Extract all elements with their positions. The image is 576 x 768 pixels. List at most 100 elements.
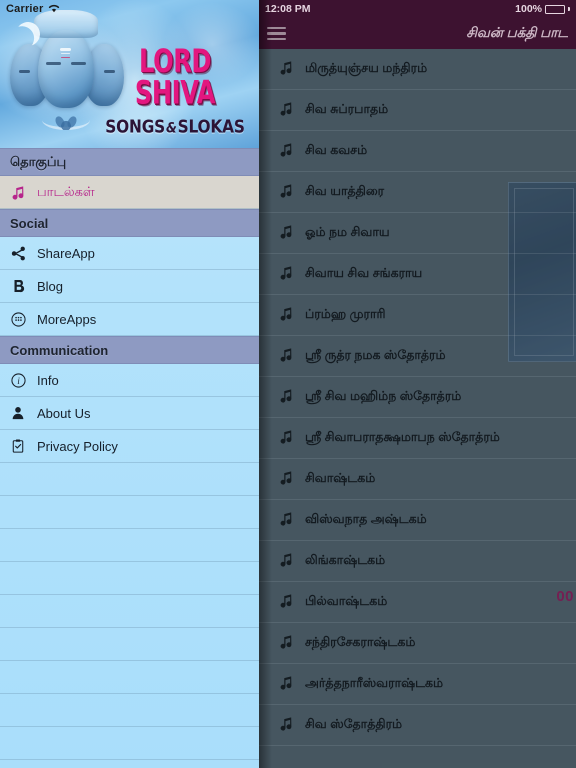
music-note-icon — [279, 224, 305, 242]
banner-subtitle: SONGS&SLOKAS — [100, 116, 250, 137]
drawer-empty-row — [0, 694, 259, 727]
drawer-item-label: பாடல்கள் — [37, 183, 95, 199]
drawer-item-moreapps[interactable]: MoreApps — [0, 303, 259, 336]
drawer-item-label: ShareApp — [37, 245, 95, 261]
status-bar: 12:08 PM 100% — [259, 0, 576, 18]
music-note-icon — [279, 552, 305, 570]
drawer-item-shareapp[interactable]: ShareApp — [0, 237, 259, 270]
song-list-item[interactable]: சிவாய சிவ சங்கராய — [259, 254, 576, 295]
music-note-icon — [279, 470, 305, 488]
battery-percent-label: 100% — [515, 3, 542, 15]
song-list-item[interactable]: சிவாஷ்டகம் — [259, 459, 576, 500]
song-title: விஸ்வநாத அஷ்டகம் — [305, 512, 427, 526]
song-title: சிவாய சிவ சங்கராய — [305, 266, 423, 280]
clipboard-check-icon — [11, 439, 35, 453]
drawer-section-header: Social — [0, 209, 259, 237]
song-list-item[interactable]: ஸ்ரீ சிவாபராதக்ஷமாபந ஸ்தோத்ரம் — [259, 418, 576, 459]
info-icon: i — [11, 372, 35, 388]
drawer-item-blog[interactable]: Blog — [0, 270, 259, 303]
song-list-item[interactable]: பில்வாஷ்டகம் — [259, 582, 576, 623]
battery-indicator: 100% — [515, 3, 570, 15]
share-icon — [11, 246, 35, 261]
drawer-item-label: About Us — [37, 405, 91, 421]
song-list-item[interactable]: சிவ சுப்ரபாதம் — [259, 90, 576, 131]
drawer-item-label: Privacy Policy — [37, 438, 118, 454]
drawer-item-label: Blog — [37, 278, 64, 294]
music-note-icon — [279, 60, 305, 78]
song-title: சிவாஷ்டகம் — [305, 471, 376, 485]
carrier-label: Carrier — [6, 3, 44, 15]
music-note-icon — [279, 634, 305, 652]
song-title: பில்வாஷ்டகம் — [305, 594, 388, 608]
song-title: சிவ சுப்ரபாதம் — [305, 102, 389, 116]
song-list-item[interactable]: அர்த்தநாரீஸ்வராஷ்டகம் — [259, 664, 576, 705]
drawer-empty-row — [0, 595, 259, 628]
song-title: சிவ யாத்திரை — [305, 184, 385, 198]
music-note-icon — [279, 388, 305, 406]
drawer-empty-row — [0, 562, 259, 595]
song-list-item[interactable]: சிவ யாத்திரை — [259, 172, 576, 213]
drawer-item-item-0-0[interactable]: பாடல்கள் — [0, 176, 259, 209]
song-list[interactable]: மிருத்யுஞ்சய மந்திரம் சிவ சுப்ரபாதம் சிவ க… — [259, 49, 576, 768]
song-list-item[interactable]: லிங்காஷ்டகம் — [259, 541, 576, 582]
person-icon — [11, 406, 35, 420]
content-pane: 12:08 PM 100% சிவன் பக்தி பாட 00 மிருத்ய… — [259, 0, 576, 768]
song-list-item[interactable]: மிருத்யுஞ்சய மந்திரம் — [259, 49, 576, 90]
drawer-item-privacy-policy[interactable]: Privacy Policy — [0, 430, 259, 463]
drawer-item-label: Info — [37, 372, 59, 388]
banner-title: LORD SHIVA — [134, 43, 216, 113]
drawer-menu[interactable]: தொகுப்பு பாடல்கள் Social ShareApp Blog MoreAp… — [0, 148, 259, 768]
drawer-empty-row — [0, 496, 259, 529]
drawer-section-header: Communication — [0, 336, 259, 364]
song-title: லிங்காஷ்டகம் — [305, 553, 386, 567]
hamburger-menu-icon[interactable] — [267, 26, 286, 41]
song-title: சந்திரசேகராஷ்டகம் — [305, 635, 416, 649]
drawer-empty-row — [0, 529, 259, 562]
song-title: ஓம் நம சிவாய — [305, 225, 390, 239]
song-title: ஸ்ரீ ருத்ர நமக ஸ்தோத்ரம் — [305, 348, 446, 362]
banner-subtitle-amp: & — [165, 120, 177, 138]
music-note-icon — [279, 511, 305, 529]
song-title: ஸ்ரீ சிவ மஹிம்ந ஸ்தோத்ரம் — [305, 389, 462, 403]
svg-text:i: i — [17, 377, 20, 387]
music-note-icon — [279, 183, 305, 201]
song-list-item[interactable]: விஸ்வநாத அஷ்டகம் — [259, 500, 576, 541]
navigation-drawer: LORD SHIVA SONGS&SLOKAS Carrier தொகுப்பு… — [0, 0, 259, 768]
music-note-icon — [279, 101, 305, 119]
song-title: ஸ்ரீ சிவாபராதக்ஷமாபந ஸ்தோத்ரம் — [305, 430, 500, 444]
song-list-item[interactable]: சிவ ஸ்தோத்திரம் — [259, 705, 576, 746]
song-list-item[interactable]: ப்ரம்ஹ முராரி — [259, 295, 576, 336]
drawer-section-header: தொகுப்பு — [0, 148, 259, 176]
music-note-icon — [279, 265, 305, 283]
song-list-item[interactable]: ஸ்ரீ ருத்ர நமக ஸ்தோத்ரம் — [259, 336, 576, 377]
app-screen: 12:08 PM 100% சிவன் பக்தி பாட 00 மிருத்ய… — [0, 0, 576, 768]
drawer-item-about-us[interactable]: About Us — [0, 397, 259, 430]
drawer-item-label: MoreApps — [37, 311, 97, 327]
drawer-item-info[interactable]: i Info — [0, 364, 259, 397]
battery-full-icon — [545, 4, 565, 14]
music-note-icon — [279, 306, 305, 324]
navigation-bar: சிவன் பக்தி பாட — [259, 18, 576, 49]
music-note-icon — [279, 716, 305, 734]
music-note-icon — [279, 347, 305, 365]
drawer-empty-row — [0, 628, 259, 661]
page-title: சிவன் பக்தி பாட — [466, 24, 568, 40]
app-banner: LORD SHIVA SONGS&SLOKAS — [0, 0, 259, 148]
song-list-item[interactable]: ஸ்ரீ சிவ மஹிம்ந ஸ்தோத்ரம் — [259, 377, 576, 418]
drawer-empty-row — [0, 661, 259, 694]
banner-subtitle-left: SONGS — [105, 115, 166, 138]
music-note-icon — [279, 142, 305, 160]
music-note-icon — [11, 185, 35, 200]
song-title: மிருத்யுஞ்சய மந்திரம் — [305, 61, 428, 75]
battery-cap — [568, 7, 570, 11]
song-list-item[interactable]: சிவ கவசம் — [259, 131, 576, 172]
wifi-icon — [48, 3, 60, 16]
music-note-icon — [279, 429, 305, 447]
blog-icon — [11, 279, 35, 293]
song-list-item[interactable]: ஓம் நம சிவாய — [259, 213, 576, 254]
song-list-item[interactable]: சந்திரசேகராஷ்டகம் — [259, 623, 576, 664]
status-bar-time: 12:08 PM — [265, 3, 311, 15]
drawer-empty-row — [0, 727, 259, 760]
music-note-icon — [279, 593, 305, 611]
apps-grid-icon — [11, 311, 35, 327]
